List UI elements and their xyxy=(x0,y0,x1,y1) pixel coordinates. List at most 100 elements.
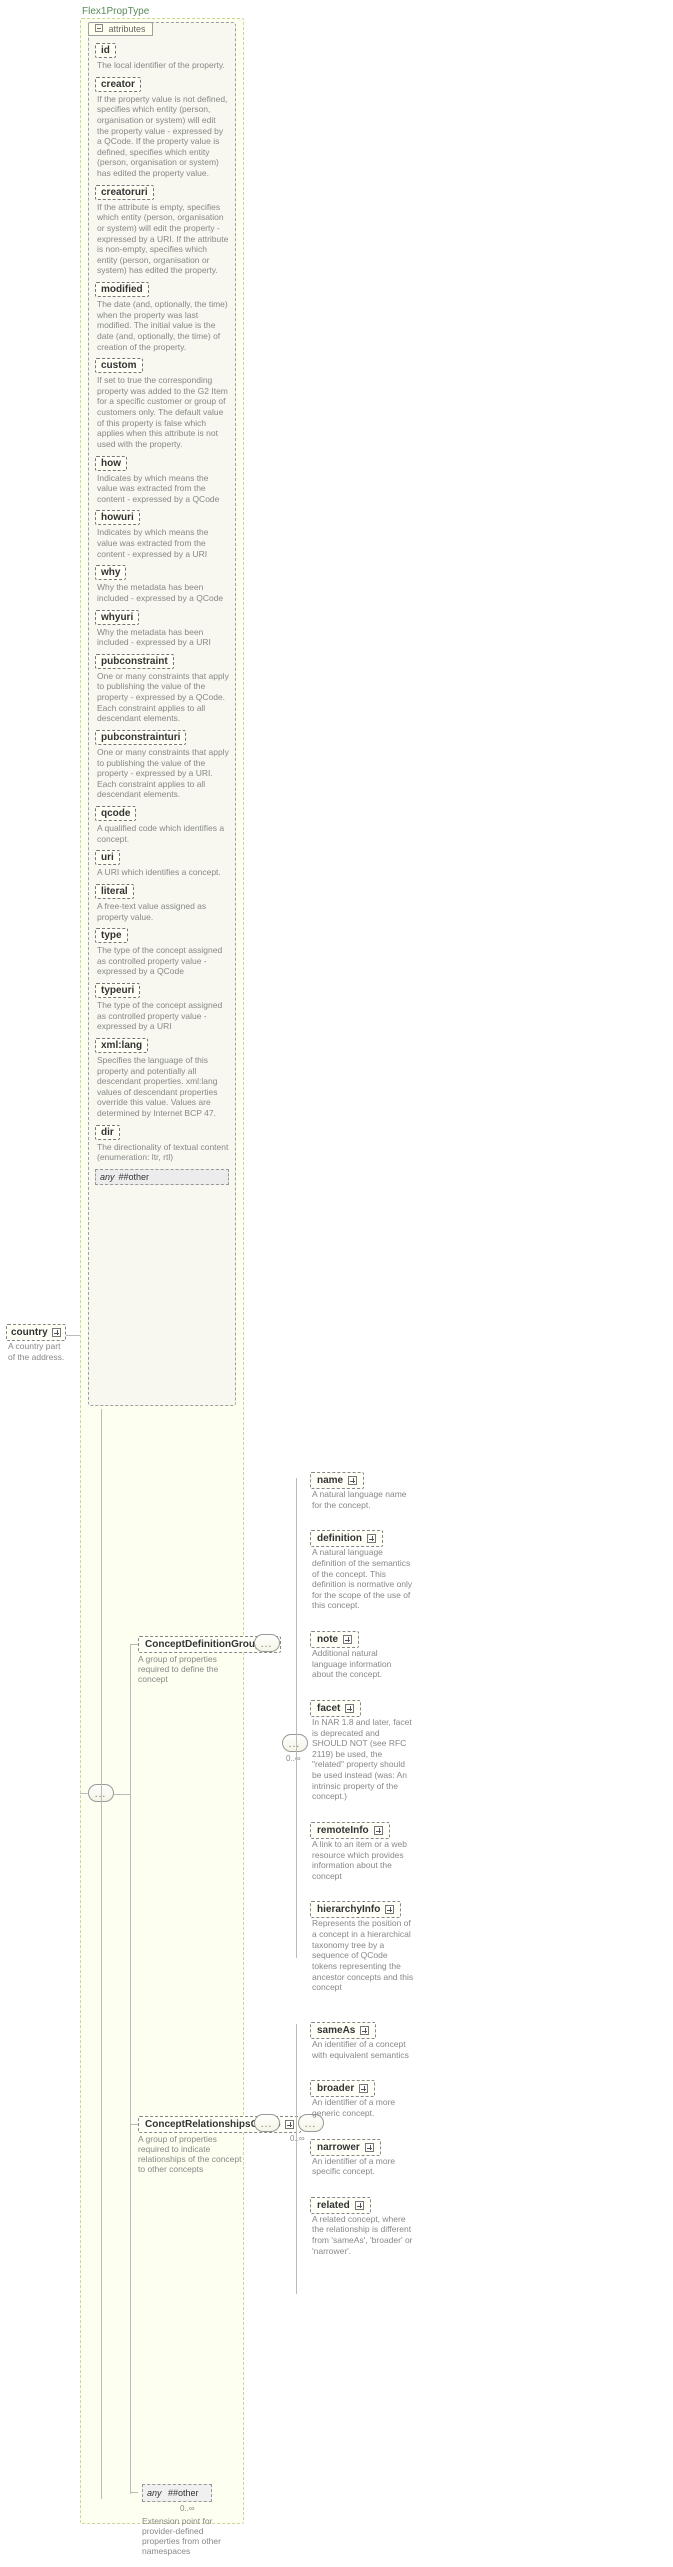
attr-whyuri: whyuriWhy the metadata has been included… xyxy=(95,610,229,648)
occurrence-badge: 0..∞ xyxy=(180,2504,195,2513)
expand-icon[interactable] xyxy=(360,2026,369,2035)
element-desc-related: A related concept, where the relationshi… xyxy=(310,2214,414,2257)
attr-desc-qcode: A qualified code which identifies a conc… xyxy=(95,823,229,844)
expand-icon[interactable] xyxy=(365,2143,374,2152)
connector-line xyxy=(296,2024,297,2294)
attr-name-creator[interactable]: creator xyxy=(95,77,141,92)
sequence-node xyxy=(254,2114,280,2132)
element-label-name: name xyxy=(317,1475,343,1486)
attr-name-whyuri[interactable]: whyuri xyxy=(95,610,139,625)
attr-id: idThe local identifier of the property. xyxy=(95,43,229,71)
rel-related: relatedA related concept, where the rela… xyxy=(310,2197,414,2257)
connector-line xyxy=(101,1409,102,2499)
attr-typeuri: typeuri The type of the concept assigned … xyxy=(95,983,229,1032)
expand-icon[interactable] xyxy=(374,1826,383,1835)
expand-icon[interactable] xyxy=(52,1328,61,1337)
attr-name-xmllang[interactable]: xml:lang xyxy=(95,1038,148,1053)
rel-sameAs: sameAsAn identifier of a concept with eq… xyxy=(310,2022,414,2060)
element-desc-name: A natural language name for the concept. xyxy=(310,1489,414,1510)
attributes-box: attributes idThe local identifier of the… xyxy=(88,22,236,1406)
sequence-node xyxy=(282,1734,308,1752)
rel-broader: broaderAn identifier of a more generic c… xyxy=(310,2080,414,2118)
element-desc-remoteInfo: A link to an item or a web resource whic… xyxy=(310,1839,414,1882)
element-related[interactable]: related xyxy=(310,2197,371,2214)
element-desc-narrower: An identifier of a more specific concept… xyxy=(310,2156,414,2177)
element-name[interactable]: name xyxy=(310,1472,364,1489)
attr-creatoruri: creatoruri If the attribute is empty, spe… xyxy=(95,185,229,276)
occurrence-badge: 0..∞ xyxy=(286,1754,301,1763)
element-label-remoteInfo: remoteInfo xyxy=(317,1825,369,1836)
attr-desc-type: The type of the concept assigned as cont… xyxy=(95,945,229,977)
country-desc: A country part of the address. xyxy=(6,1341,66,1362)
element-narrower[interactable]: narrower xyxy=(310,2139,381,2156)
element-note[interactable]: note xyxy=(310,1631,359,1648)
attr-name-how[interactable]: how xyxy=(95,456,127,471)
attr-name-qcode[interactable]: qcode xyxy=(95,806,136,821)
attr-creator: creator If the property value is not defi… xyxy=(95,77,229,179)
attr-name-pubconstraint[interactable]: pubconstraint xyxy=(95,654,174,669)
def-remoteInfo: remoteInfo A link to an item or a web res… xyxy=(310,1822,414,1882)
attr-xmllang: xml:langSpecifies the language of this p… xyxy=(95,1038,229,1119)
any-extension: any ##other xyxy=(142,2484,212,2502)
expand-icon[interactable] xyxy=(343,1635,352,1644)
cdg-desc: A group of properties required to define… xyxy=(138,1654,242,1684)
attr-how: how Indicates by which means the value wa… xyxy=(95,456,229,505)
attr-name-why[interactable]: why xyxy=(95,565,126,580)
attr-name-id[interactable]: id xyxy=(95,43,116,58)
attr-name-dir[interactable]: dir xyxy=(95,1125,120,1140)
element-facet[interactable]: facet xyxy=(310,1700,361,1717)
attr-name-custom[interactable]: custom xyxy=(95,358,143,373)
attr-desc-typeuri: The type of the concept assigned as cont… xyxy=(95,1000,229,1032)
attr-name-pubconstrainturi[interactable]: pubconstrainturi xyxy=(95,730,186,745)
attr-pubconstraint: pubconstraint One or many constraints tha… xyxy=(95,654,229,724)
element-sameAs[interactable]: sameAs xyxy=(310,2022,376,2039)
connector-line xyxy=(66,1335,80,1336)
element-remoteInfo[interactable]: remoteInfo xyxy=(310,1822,390,1839)
attr-desc-creatoruri: If the attribute is empty, specifies whi… xyxy=(95,202,229,276)
attr-desc-dir: The directionality of textual content (e… xyxy=(95,1142,229,1163)
attr-name-modified[interactable]: modified xyxy=(95,282,149,297)
attr-name-literal[interactable]: literal xyxy=(95,884,134,899)
attr-any-other: any##other xyxy=(95,1169,229,1185)
attr-type: type The type of the concept assigned as … xyxy=(95,928,229,977)
element-country[interactable]: country A country part of the address. xyxy=(6,1324,66,1362)
cdg-label: ConceptDefinitionGroup xyxy=(145,1639,261,1650)
attr-dir: dir The directionality of textual content… xyxy=(95,1125,229,1163)
def-facet: facetIn NAR 1.8 and later, facet is depr… xyxy=(310,1700,414,1802)
any-label: any xyxy=(147,2488,162,2498)
connector-line xyxy=(296,1478,297,1958)
attr-desc-why: Why the metadata has been included - exp… xyxy=(95,582,229,603)
connector-line xyxy=(130,1644,131,2494)
attr-desc-how: Indicates by which means the value was e… xyxy=(95,473,229,505)
element-desc-note: Additional natural language information … xyxy=(310,1648,414,1680)
crg-desc: A group of properties required to indica… xyxy=(138,2134,242,2174)
expand-icon[interactable] xyxy=(367,1534,376,1543)
attr-name-type[interactable]: type xyxy=(95,928,128,943)
element-definition[interactable]: definition xyxy=(310,1530,383,1547)
expand-icon[interactable] xyxy=(385,1905,394,1914)
attr-name-uri[interactable]: uri xyxy=(95,850,120,865)
def-note: noteAdditional natural language informat… xyxy=(310,1631,414,1680)
expand-icon[interactable] xyxy=(345,1704,354,1713)
connector-line xyxy=(114,1794,130,1795)
attr-howuri: howuri Indicates by which means the value… xyxy=(95,510,229,559)
sequence-node xyxy=(254,1634,280,1652)
element-desc-hierarchyInfo: Represents the position of a concept in … xyxy=(310,1918,414,1992)
attr-name-creatoruri[interactable]: creatoruri xyxy=(95,185,154,200)
connector-line xyxy=(80,1793,88,1794)
element-hierarchyInfo[interactable]: hierarchyInfo xyxy=(310,1901,401,1918)
attr-literal: literalA free-text value assigned as pro… xyxy=(95,884,229,922)
attr-desc-howuri: Indicates by which means the value was e… xyxy=(95,527,229,559)
element-broader[interactable]: broader xyxy=(310,2080,375,2097)
attr-desc-pubconstraint: One or many constraints that apply to pu… xyxy=(95,671,229,724)
expand-icon[interactable] xyxy=(348,1476,357,1485)
expand-icon[interactable] xyxy=(359,2084,368,2093)
attr-name-typeuri[interactable]: typeuri xyxy=(95,983,140,998)
any-desc: Extension point for provider-defined pro… xyxy=(142,2516,242,2556)
expand-icon[interactable] xyxy=(355,2201,364,2210)
attr-desc-pubconstrainturi: One or many constraints that apply to pu… xyxy=(95,747,229,800)
attributes-tab: attributes xyxy=(88,22,153,36)
attr-name-howuri[interactable]: howuri xyxy=(95,510,140,525)
expand-icon[interactable] xyxy=(285,2120,294,2129)
attr-desc-creator: If the property value is not defined, sp… xyxy=(95,94,229,179)
